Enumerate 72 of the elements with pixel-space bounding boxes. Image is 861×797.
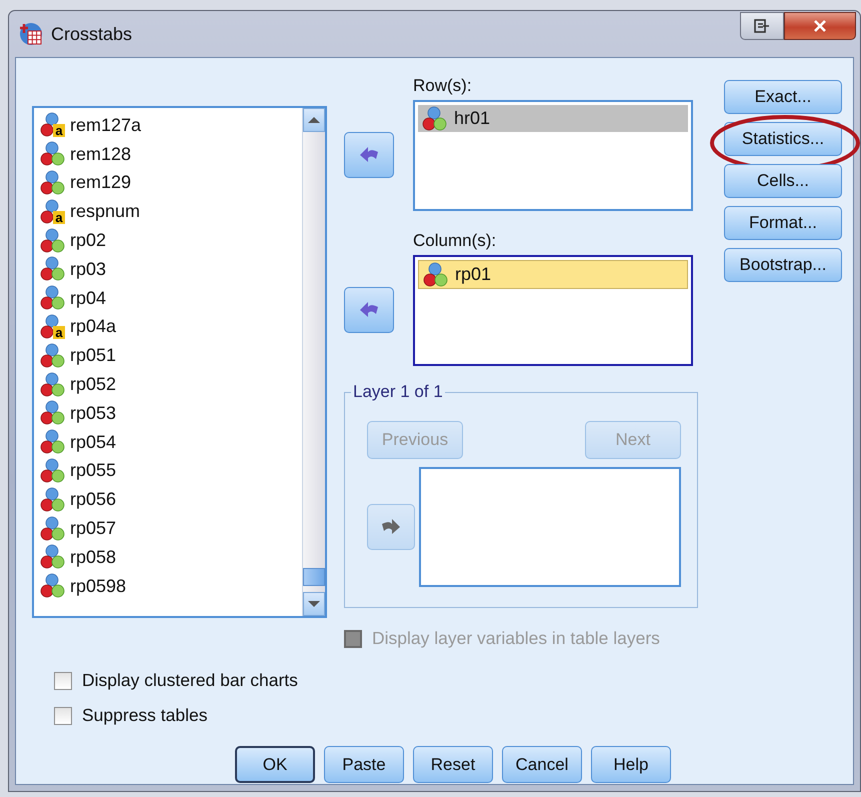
dialog-button[interactable]: OK <box>235 746 315 783</box>
checkbox[interactable] <box>54 672 72 690</box>
scale-variable-icon <box>40 228 66 254</box>
variable-item[interactable]: rp052 <box>40 370 302 399</box>
variable-item[interactable]: rp0598 <box>40 572 302 601</box>
dialog-button[interactable]: Help <box>591 746 671 783</box>
variable-item[interactable]: rem129 <box>40 168 302 198</box>
checkbox[interactable] <box>54 706 72 724</box>
scale-variable-icon <box>422 106 448 132</box>
layer-title: Layer 1 of 1 <box>351 382 445 402</box>
scale-variable-icon <box>40 141 66 168</box>
scale-variable-icon <box>40 372 66 398</box>
columns-list[interactable]: rp01 <box>413 255 693 366</box>
scroll-down-icon[interactable] <box>307 600 321 608</box>
dialog-button[interactable]: Exact... <box>724 80 842 114</box>
checkbox-label: Suppress tables <box>82 705 208 726</box>
move-button[interactable] <box>344 287 394 333</box>
variable-item[interactable]: a respnum <box>40 197 302 226</box>
columns-label: Column(s): <box>413 231 498 252</box>
variable-list[interactable]: a rem127a rem128 rem129 a respnum rp02 rp03 rp04 a rp04a rp051 rp052 rp053 rp054 rp055 rp056 rp057 rp058 rp0598 <box>32 106 327 618</box>
scale-variable-icon <box>40 342 66 369</box>
variable-item[interactable]: rp057 <box>40 514 302 543</box>
scale-variable-icon <box>40 285 66 312</box>
variable-item[interactable]: rp054 <box>40 428 302 457</box>
checkbox-label: Display layer variables in table layers <box>372 628 660 649</box>
close-icon <box>813 20 827 32</box>
variable-item[interactable]: rp053 <box>40 398 302 428</box>
scrollbar[interactable] <box>302 108 325 616</box>
dialog-button[interactable]: Cancel <box>502 746 582 783</box>
scale-variable-icon <box>40 170 66 196</box>
variable-item[interactable]: a rem127a <box>40 111 302 140</box>
right-arrow-icon <box>380 518 402 536</box>
variable-item[interactable]: rp058 <box>40 542 302 572</box>
variable-item[interactable]: rp03 <box>40 254 302 284</box>
dialog-button[interactable]: Cells... <box>724 164 842 198</box>
rows-label: Row(s): <box>413 76 473 97</box>
dialog-button[interactable]: Bootstrap... <box>724 248 842 282</box>
variable-item[interactable]: rp04 <box>40 284 302 313</box>
left-arrow-icon <box>358 146 380 164</box>
scroll-up-icon[interactable] <box>307 116 321 124</box>
variable-item[interactable]: rp01 <box>418 260 688 289</box>
scale-variable-icon <box>423 262 449 288</box>
variable-item[interactable]: hr01 <box>418 105 688 132</box>
scale-variable-icon <box>40 256 66 282</box>
scale-variable-icon <box>40 573 66 600</box>
scale-variable-icon <box>40 429 66 456</box>
variable-item[interactable]: rp051 <box>40 341 302 370</box>
crosstab-table-icon <box>19 22 43 46</box>
variable-item[interactable]: rem128 <box>40 140 302 169</box>
scale-variable-icon <box>40 486 66 513</box>
scale-variable-icon <box>40 458 66 484</box>
variable-item[interactable]: a rp04a <box>40 312 302 342</box>
variable-item[interactable]: rp056 <box>40 485 302 514</box>
dialog-button[interactable]: Statistics... <box>724 122 842 156</box>
scale-variable-icon <box>40 544 66 570</box>
scale-variable-icon <box>40 516 66 542</box>
checkbox-label: Display clustered bar charts <box>82 670 298 691</box>
window-button[interactable] <box>740 12 784 40</box>
variable-item[interactable]: rp055 <box>40 456 302 486</box>
restore-icon <box>754 19 770 33</box>
window-title: Crosstabs <box>51 24 132 44</box>
scroll-thumb[interactable] <box>303 568 325 586</box>
left-arrow-icon <box>358 301 380 319</box>
layer-list[interactable] <box>419 467 681 587</box>
dialog-button[interactable]: Reset <box>413 746 493 783</box>
close-button[interactable] <box>784 12 856 40</box>
dialog-button[interactable]: Format... <box>724 206 842 240</box>
move-button[interactable] <box>344 132 394 178</box>
rows-list[interactable]: hr01 <box>413 100 693 211</box>
dialog-button[interactable]: Paste <box>324 746 404 783</box>
variable-item[interactable]: rp02 <box>40 226 302 255</box>
scale-variable-icon <box>40 400 66 426</box>
